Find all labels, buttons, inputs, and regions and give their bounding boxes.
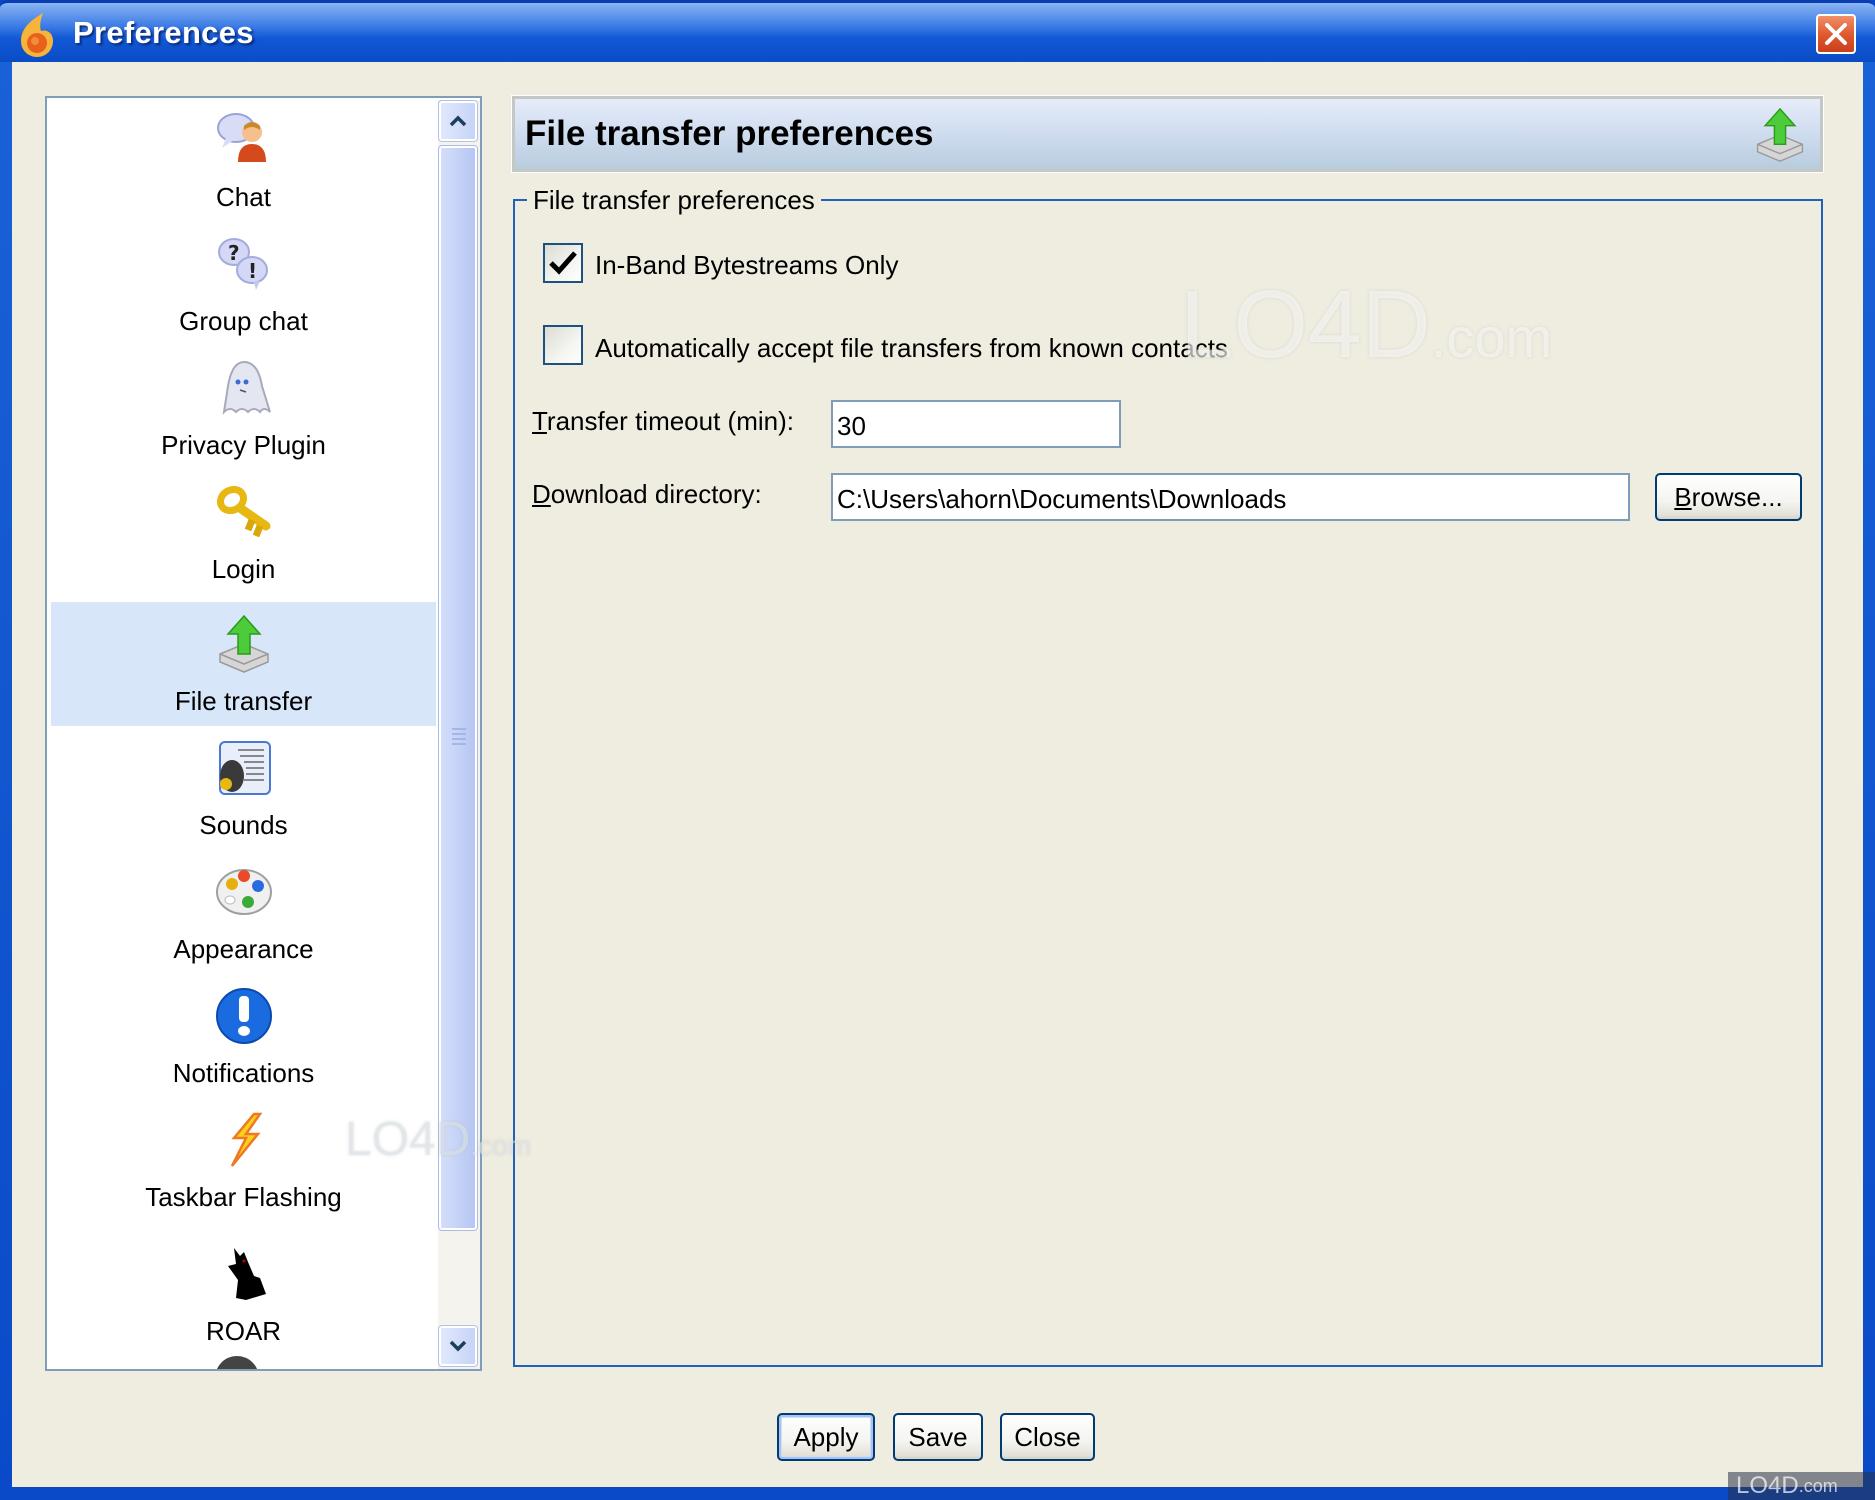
- group-chat-icon: ? !: [214, 234, 274, 294]
- download-directory-label: Download directory:: [532, 479, 762, 510]
- sidebar-item-label: File transfer: [174, 686, 313, 716]
- sidebar-item-privacy-plugin[interactable]: Privacy Plugin: [51, 346, 436, 470]
- auto-accept-checkbox[interactable]: [543, 325, 583, 365]
- chevron-down-icon: [449, 1340, 467, 1352]
- sidebar-item-group-chat[interactable]: ? ! Group chat: [51, 222, 436, 346]
- transfer-timeout-label: Transfer timeout (min):: [532, 406, 794, 437]
- sidebar-item-sounds[interactable]: Sounds: [51, 726, 436, 850]
- sidebar-item-label: Login: [211, 554, 276, 584]
- sidebar-item-label: ROAR: [205, 1316, 282, 1346]
- sidebar-item-chat[interactable]: Chat: [51, 98, 436, 222]
- label-text: ownload directory:: [550, 479, 762, 509]
- save-button[interactable]: Save: [893, 1413, 983, 1461]
- sidebar-item-login[interactable]: Login: [51, 470, 436, 594]
- mnemonic: T: [532, 406, 547, 436]
- page-title: File transfer preferences: [525, 114, 934, 153]
- sidebar-item-label: Group chat: [179, 306, 308, 336]
- preferences-window: Preferences Chat ? ! Group chat Privacy …: [0, 0, 1875, 1500]
- scroll-down-button[interactable]: [438, 1325, 478, 1367]
- key-icon: [214, 482, 274, 542]
- transfer-timeout-input[interactable]: [831, 400, 1121, 448]
- category-items: Chat ? ! Group chat Privacy Plugin Login…: [47, 98, 436, 1369]
- in-band-bytestreams-label[interactable]: In-Band Bytestreams Only: [595, 250, 898, 281]
- scroll-up-button[interactable]: [438, 100, 478, 142]
- window-title: Preferences: [73, 15, 254, 50]
- sidebar-scrollbar[interactable]: [438, 100, 480, 1369]
- close-button[interactable]: Close: [1000, 1413, 1095, 1461]
- sidebar-item-notifications[interactable]: Notifications: [51, 974, 436, 1098]
- download-directory-input[interactable]: [831, 473, 1630, 521]
- ghost-icon: [214, 358, 274, 418]
- palette-icon: [214, 862, 274, 922]
- wolf-icon: [214, 1244, 274, 1304]
- file-transfer-icon: [214, 614, 274, 674]
- title-bar[interactable]: Preferences: [0, 0, 1875, 62]
- sidebar-item-label: Notifications: [172, 1058, 315, 1088]
- window-close-button[interactable]: [1816, 14, 1856, 54]
- sidebar-item-label: Taskbar Flashing: [145, 1182, 342, 1212]
- mnemonic: B: [1674, 481, 1692, 512]
- svg-text:?: ?: [228, 241, 240, 265]
- file-transfer-icon: [1756, 107, 1804, 162]
- checkmark-icon: [549, 251, 577, 275]
- page-header: File transfer preferences: [511, 95, 1824, 173]
- lightning-icon: [214, 1110, 274, 1170]
- chevron-up-icon: [449, 115, 467, 127]
- sidebar-item-label: Chat: [216, 182, 271, 212]
- apply-button[interactable]: Apply: [777, 1413, 875, 1461]
- groupbox-legend: File transfer preferences: [527, 185, 821, 216]
- speaker-icon: [214, 738, 274, 798]
- chat-user-icon: [214, 110, 274, 170]
- partial-next-item-icon: [215, 1356, 259, 1369]
- sidebar-item-label: Sounds: [199, 810, 288, 840]
- preferences-category-list[interactable]: Chat ? ! Group chat Privacy Plugin Login…: [45, 96, 482, 1371]
- label-text: ransfer timeout (min):: [546, 406, 794, 436]
- browse-button[interactable]: Browse...: [1655, 473, 1802, 521]
- close-icon: [1825, 23, 1847, 45]
- sidebar-item-roar[interactable]: ROAR: [51, 1232, 436, 1356]
- mnemonic: D: [532, 479, 551, 509]
- grip-icon: [452, 728, 466, 748]
- exclamation-icon: [214, 986, 274, 1046]
- sidebar-item-taskbar-flashing[interactable]: Taskbar Flashing: [51, 1098, 436, 1222]
- svg-text:!: !: [248, 259, 257, 283]
- sidebar-item-label: Privacy Plugin: [161, 430, 326, 460]
- sidebar-item-label: Appearance: [173, 934, 314, 964]
- sidebar-item-appearance[interactable]: Appearance: [51, 850, 436, 974]
- file-transfer-groupbox: File transfer preferences: [513, 185, 1823, 1367]
- label-text: rowse...: [1691, 481, 1783, 512]
- sidebar-item-file-transfer[interactable]: File transfer: [51, 602, 436, 726]
- auto-accept-label[interactable]: Automatically accept file transfers from…: [595, 333, 1228, 364]
- in-band-bytestreams-checkbox[interactable]: [543, 243, 583, 283]
- app-flame-icon: [21, 13, 53, 57]
- scroll-thumb[interactable]: [438, 145, 478, 1231]
